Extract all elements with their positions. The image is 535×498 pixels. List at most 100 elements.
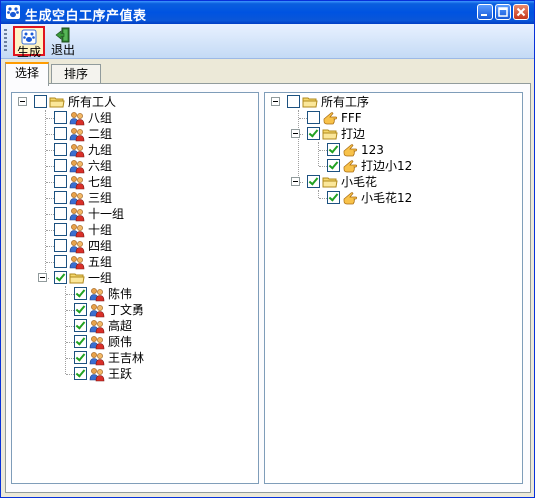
tree-root-all-processes[interactable]: 所有工序	[265, 94, 522, 110]
paw-app-icon	[6, 5, 20, 19]
tree-worker[interactable]: 王跃	[12, 366, 258, 382]
tree-node-label: 二组	[88, 127, 113, 141]
collapse-toggle[interactable]	[38, 273, 47, 282]
tree-worker[interactable]: 高超	[12, 318, 258, 334]
tree-process-group[interactable]: 小毛花	[265, 174, 522, 190]
exit-door-icon	[55, 27, 70, 43]
tree-checkbox[interactable]	[54, 223, 67, 236]
tree-checkbox[interactable]	[307, 111, 320, 124]
tree-group[interactable]: 二组	[12, 126, 258, 142]
tree-checkbox[interactable]	[327, 159, 340, 172]
tree-checkbox[interactable]	[54, 271, 67, 284]
close-button[interactable]	[513, 4, 529, 20]
tree-node-label: 陈伟	[108, 287, 133, 301]
tree-group[interactable]: 四组	[12, 238, 258, 254]
tree-checkbox[interactable]	[54, 143, 67, 156]
main-window: 生成空白工序产值表 生成 退出 选择 排序 所有工人 八组 二组九组六组 七组 三组十一…	[0, 0, 535, 498]
tree-node-label: FFF	[341, 111, 362, 125]
people-icon	[69, 110, 85, 126]
tree-node-label: 三组	[88, 191, 113, 205]
people-icon	[89, 286, 105, 302]
folder-icon	[302, 94, 318, 110]
tab-panel: 所有工人 八组 二组九组六组 七组 三组十一组十组 四组 五组 一组 陈伟丁文勇高超 顾伟 王吉林王…	[5, 83, 531, 493]
tree-checkbox[interactable]	[74, 351, 87, 364]
tree-group[interactable]: 五组	[12, 254, 258, 270]
collapse-toggle[interactable]	[18, 97, 27, 106]
tree-process[interactable]: 123	[265, 142, 522, 158]
tree-worker[interactable]: 顾伟	[12, 334, 258, 350]
tree-worker[interactable]: 丁文勇	[12, 302, 258, 318]
tree-checkbox[interactable]	[327, 143, 340, 156]
processes-tree[interactable]: 所有工序 FFF 打边 123 打边小12 小毛花 小毛花12	[264, 92, 523, 484]
workers-tree[interactable]: 所有工人 八组 二组九组六组 七组 三组十一组十组 四组 五组 一组 陈伟丁文勇高超 顾伟 王吉林王…	[11, 92, 259, 484]
tree-checkbox[interactable]	[54, 175, 67, 188]
maximize-button[interactable]	[495, 4, 511, 20]
tree-checkbox[interactable]	[54, 239, 67, 252]
tree-node-label: 五组	[88, 255, 113, 269]
tree-checkbox[interactable]	[307, 127, 320, 140]
collapse-toggle[interactable]	[291, 177, 300, 186]
tree-process-group[interactable]: 打边	[265, 126, 522, 142]
tree-group-one[interactable]: 一组	[12, 270, 258, 286]
tree-process[interactable]: 打边小12	[265, 158, 522, 174]
tree-group[interactable]: 三组	[12, 190, 258, 206]
tree-group[interactable]: 八组	[12, 110, 258, 126]
tree-root-all-workers[interactable]: 所有工人	[12, 94, 258, 110]
generate-button[interactable]: 生成	[13, 26, 45, 59]
tree-worker[interactable]: 陈伟	[12, 286, 258, 302]
people-icon	[89, 302, 105, 318]
tree-checkbox[interactable]	[287, 95, 300, 108]
collapse-toggle[interactable]	[271, 97, 280, 106]
tree-checkbox[interactable]	[74, 319, 87, 332]
people-icon	[69, 126, 85, 142]
collapse-toggle[interactable]	[291, 129, 300, 138]
tree-checkbox[interactable]	[54, 111, 67, 124]
tree-worker[interactable]: 王吉林	[12, 350, 258, 366]
tab-sort[interactable]: 排序	[51, 64, 101, 84]
tree-node-label: 打边小12	[361, 159, 413, 173]
tree-node-label: 高超	[108, 319, 133, 333]
tree-node-label: 小毛花12	[361, 191, 413, 205]
tree-process[interactable]: FFF	[265, 110, 522, 126]
people-icon	[69, 142, 85, 158]
tree-group[interactable]: 九组	[12, 142, 258, 158]
tree-node-label: 九组	[88, 143, 113, 157]
exit-button[interactable]: 退出	[48, 26, 78, 57]
people-icon	[69, 222, 85, 238]
toolbar-grip[interactable]	[4, 29, 7, 53]
tree-checkbox[interactable]	[34, 95, 47, 108]
title-bar[interactable]: 生成空白工序产值表	[1, 1, 534, 24]
toolbar: 生成 退出	[1, 24, 534, 59]
tree-checkbox[interactable]	[54, 255, 67, 268]
minimize-button[interactable]	[477, 4, 493, 20]
tree-checkbox[interactable]	[54, 191, 67, 204]
tab-select[interactable]: 选择	[5, 62, 49, 86]
tree-group[interactable]: 十一组	[12, 206, 258, 222]
tree-checkbox[interactable]	[54, 127, 67, 140]
people-icon	[69, 206, 85, 222]
tree-checkbox[interactable]	[74, 335, 87, 348]
tree-checkbox[interactable]	[307, 175, 320, 188]
tree-node-label: 六组	[88, 159, 113, 173]
tree-checkbox[interactable]	[327, 191, 340, 204]
tree-node-label: 王跃	[108, 367, 133, 381]
tree-node-label: 十一组	[88, 207, 125, 221]
tree-group[interactable]: 七组	[12, 174, 258, 190]
tree-process[interactable]: 小毛花12	[265, 190, 522, 206]
people-icon	[69, 190, 85, 206]
tree-node-label: 十组	[88, 223, 113, 237]
tree-node-label: 丁文勇	[108, 303, 145, 317]
tree-checkbox[interactable]	[74, 287, 87, 300]
pointing-hand-icon	[342, 158, 358, 174]
tree-node-label: 所有工人	[68, 95, 117, 109]
window-title: 生成空白工序产值表	[25, 9, 147, 24]
people-icon	[69, 174, 85, 190]
people-icon	[89, 350, 105, 366]
tree-group[interactable]: 六组	[12, 158, 258, 174]
tree-checkbox[interactable]	[74, 303, 87, 316]
tree-checkbox[interactable]	[54, 159, 67, 172]
tree-group[interactable]: 十组	[12, 222, 258, 238]
tree-checkbox[interactable]	[54, 207, 67, 220]
tree-checkbox[interactable]	[74, 367, 87, 380]
folder-icon	[69, 270, 85, 286]
